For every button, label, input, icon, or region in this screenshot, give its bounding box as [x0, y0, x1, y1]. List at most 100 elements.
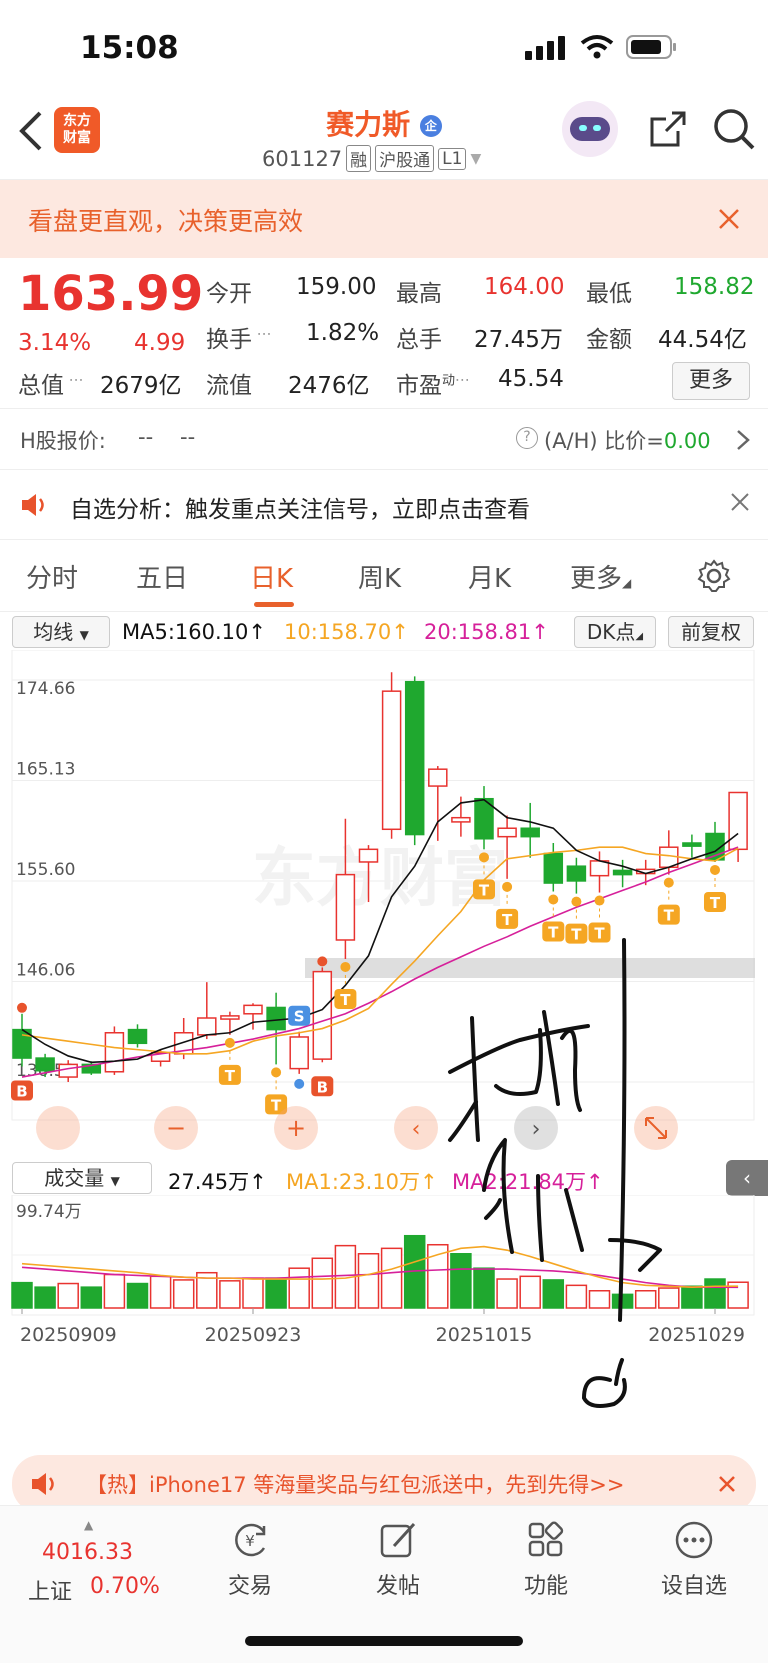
candle-down [682, 842, 702, 847]
low-value: 158.82 [674, 274, 755, 300]
tag-connect: 沪股通 [375, 145, 435, 172]
volume-selector[interactable]: 成交量 ▼ [12, 1162, 152, 1194]
ma20-value: 20:158.81↑ [424, 620, 549, 644]
y-tick-label: 165.13 [16, 759, 75, 779]
wifi-icon [580, 35, 614, 59]
nav-functions[interactable]: 功能 [486, 1518, 606, 1600]
t-marker-label: T [548, 923, 559, 941]
more-button[interactable]: 更多 [672, 362, 750, 400]
marker-dot [663, 877, 674, 888]
chevron-right-icon[interactable] [736, 429, 750, 451]
ma5-value: MA5:160.10↑ [122, 620, 267, 644]
candle-up [197, 1017, 217, 1036]
trade-icon: ¥ [235, 1523, 266, 1557]
more-icon [675, 1521, 713, 1559]
hk-value: -- [138, 425, 154, 449]
adjust-button[interactable]: 前复权 [668, 616, 754, 648]
settings-icon[interactable] [696, 558, 732, 594]
t-marker-label: T [479, 881, 490, 899]
robot-avatar[interactable] [562, 101, 618, 157]
svg-text:‹: ‹ [412, 1117, 421, 1142]
candle-up [312, 970, 333, 1060]
vol-ma1-value: MA1:23.10万↑ [286, 1170, 438, 1194]
banner-text: 【热】iPhone17 等海量奖品与红包派送中，先到先得>> [86, 1473, 625, 1497]
ma5-line [21, 798, 739, 1064]
dk-button[interactable]: DK点◢ [574, 616, 656, 648]
amount-label: 金额 [586, 327, 632, 353]
help-icon[interactable]: ? [516, 427, 538, 449]
tab-daily-k[interactable]: 日K [250, 558, 293, 595]
search-icon[interactable] [712, 107, 756, 151]
tab-more[interactable]: 更多◢ [570, 558, 631, 595]
candle-up [358, 848, 379, 863]
nav-post[interactable]: 发帖 [338, 1518, 458, 1600]
volume-chart[interactable]: 99.74万 20250909 20250923 20251015 20251029 [0, 1195, 768, 1410]
candle-down [566, 865, 587, 882]
stock-code-row: 601127 融 沪股通 L1 ▼ [262, 145, 481, 172]
sell-marker-label: S [294, 1008, 305, 1026]
volume-bar-down [34, 1286, 56, 1309]
candle-down [404, 680, 425, 836]
volume-bar-up [565, 1284, 588, 1309]
close-icon[interactable] [718, 208, 740, 230]
info-icon[interactable]: ⋯ [252, 324, 272, 342]
candle-down [266, 1006, 286, 1031]
nav-post-label: 发帖 [375, 1574, 420, 1599]
buy-marker-label: B [317, 1078, 328, 1096]
share-icon[interactable] [648, 109, 688, 149]
volume-bar-down [542, 1279, 565, 1309]
info-icon[interactable]: ⋯ [64, 370, 84, 388]
change-amount: 4.99 [134, 330, 186, 356]
buy-marker-label: B [16, 1083, 27, 1101]
scroll-left-control[interactable] [36, 1106, 80, 1150]
t-marker-label: T [571, 926, 582, 944]
tab-monthly-k[interactable]: 月K [468, 558, 511, 595]
tab-weekly-k[interactable]: 周K [358, 558, 401, 595]
svg-text:−: − [166, 1114, 186, 1142]
volume-bar-down [611, 1293, 634, 1309]
volume-bar-up [149, 1275, 172, 1309]
volume-bar-down [265, 1277, 287, 1309]
candle-up [220, 1015, 240, 1020]
buy-dot [317, 956, 328, 967]
volume-label: 总手 [396, 327, 442, 353]
info-icon[interactable]: ⋯ [455, 370, 470, 388]
y-axis-labels: 174.66165.13155.60146.06136.53 [16, 679, 75, 1081]
up-arrow-icon: ▲ [84, 1518, 94, 1532]
post-icon [380, 1522, 416, 1558]
float-label: 流值 [206, 373, 252, 399]
apps-icon [528, 1521, 564, 1557]
alert-row[interactable]: 自选分析：触发重点关注信号，立即点击查看 [0, 470, 768, 540]
marker-dot [479, 852, 489, 863]
float-value: 2476亿 [288, 373, 370, 399]
candle-down [127, 1028, 148, 1045]
nav-add-watchlist[interactable]: 设自选 [634, 1518, 754, 1600]
t-marker-label: T [710, 894, 721, 912]
speaker-icon [32, 1473, 54, 1495]
buy-dot [17, 1002, 27, 1013]
tab-five-day[interactable]: 五日 [136, 558, 188, 595]
candle-up [728, 791, 748, 851]
close-icon[interactable] [718, 1475, 736, 1493]
mktcap-label: 总值 ⋯ [18, 370, 84, 399]
home-indicator [245, 1636, 523, 1646]
nav-trade[interactable]: ¥ 交易 [190, 1518, 310, 1600]
high-label: 最高 [396, 281, 442, 307]
low-label: 最低 [586, 281, 632, 307]
collapse-handle[interactable]: ‹ [726, 1160, 768, 1196]
active-tab-indicator [254, 602, 294, 607]
candle-up [289, 1036, 309, 1070]
amount-value: 44.54亿 [658, 327, 747, 353]
mktcap-value: 2679亿 [100, 373, 182, 399]
candle-down [543, 852, 564, 884]
candlestick-chart[interactable]: 东方财富 174.66165.13155.60146.06136.53 BSBT… [0, 650, 768, 1160]
tab-intraday[interactable]: 分时 [26, 558, 78, 595]
ma-legend-bar: 均线 ▼ MA5:160.10↑ 10:158.70↑ 20:158.81↑ D… [0, 612, 768, 652]
volume-bar-up [172, 1279, 195, 1309]
marker-dot [502, 881, 513, 892]
svg-text:›: › [532, 1117, 541, 1142]
promo-banner[interactable]: 看盘更直观，决策更高效 [0, 180, 768, 258]
indicator-selector[interactable]: 均线 ▼ [12, 616, 110, 648]
dropdown-icon[interactable]: ▼ [470, 151, 481, 167]
close-icon[interactable] [730, 492, 750, 512]
